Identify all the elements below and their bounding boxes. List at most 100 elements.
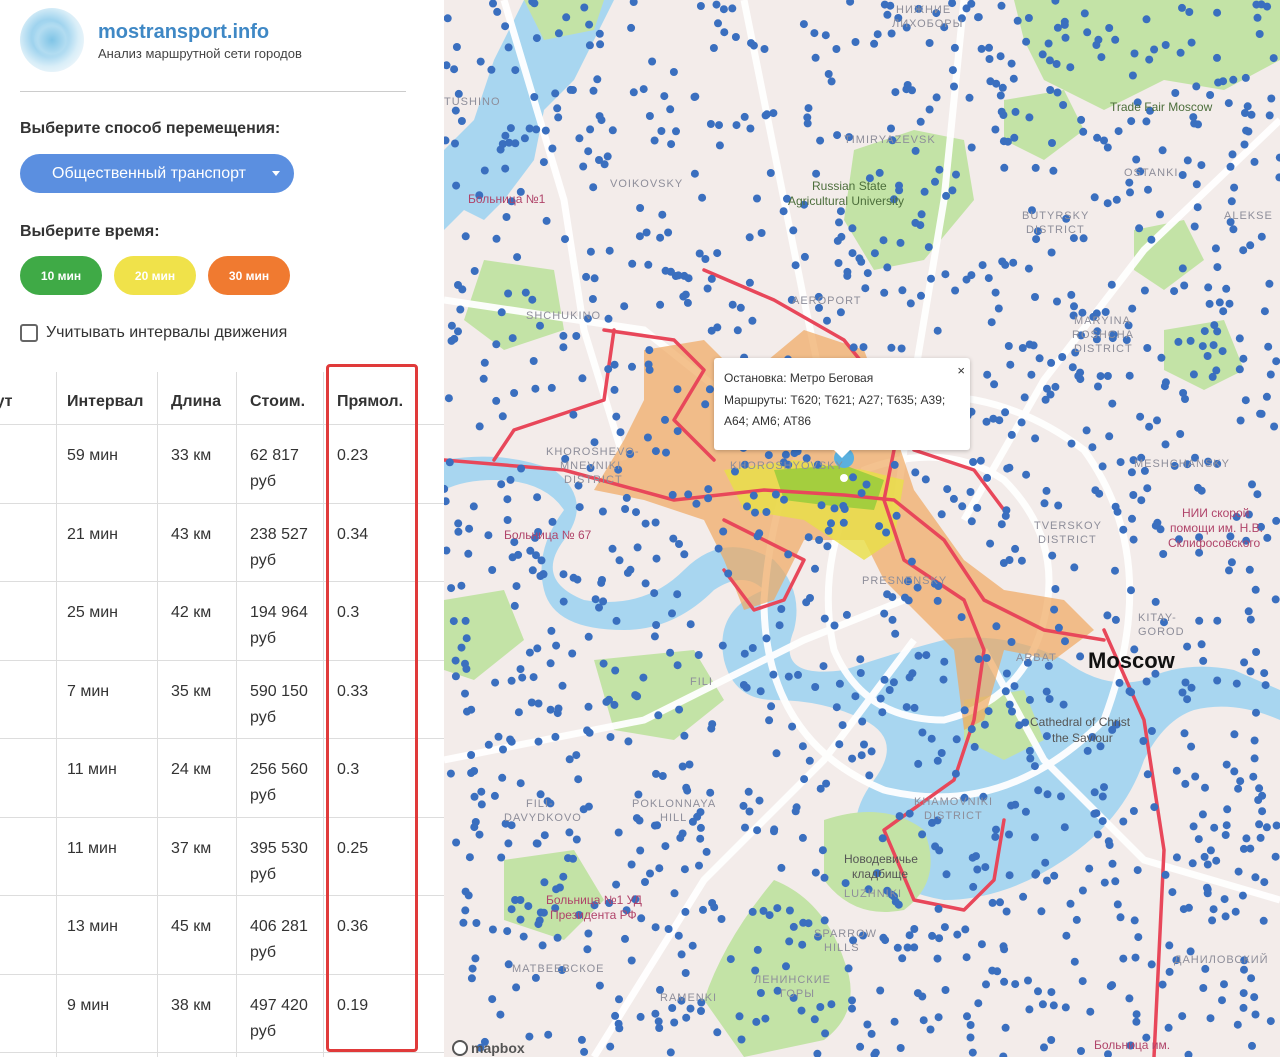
map-label: помощи им. Н.В. xyxy=(1170,521,1263,535)
interval-cell: 7 мин xyxy=(67,682,110,700)
popup-stop: Остановка: Метро Беговая xyxy=(724,371,874,385)
map-label: Agricultural University xyxy=(788,194,905,208)
table-row[interactable]: 7 мин 35 км 590 150 руб 0.33 xyxy=(0,661,444,739)
length-cell: 24 км xyxy=(171,761,212,778)
map-label: AEROPORT xyxy=(792,295,862,307)
straightness-cell: 0.34 xyxy=(337,525,369,543)
length-cell: 38 км xyxy=(171,996,212,1014)
table-header: рут Интервал Длина Стоим. Прямол. xyxy=(0,372,444,425)
column-divider xyxy=(56,372,57,1057)
caret-down-icon xyxy=(272,171,280,176)
brand[interactable]: mostransport.info Анализ маршрутной сети… xyxy=(20,8,420,72)
map-label: ALEKSE xyxy=(1224,210,1273,222)
straightness-cell: 0.25 xyxy=(337,839,369,857)
map-label: Склифосовского xyxy=(1168,536,1261,550)
map-label: TIMIRYAZEVSK xyxy=(844,134,936,146)
table-row[interactable]: 13 мин 45 км 406 281 руб 0.36 xyxy=(0,896,444,975)
interval-cell: 59 мин xyxy=(67,447,119,464)
table-row[interactable]: 59 мин 33 км 62 817 руб 0.23 xyxy=(0,425,444,504)
map-label: SPARROW xyxy=(814,928,878,940)
interval-cell: 21 мин xyxy=(67,525,119,543)
straightness-cell: 0.36 xyxy=(337,918,369,935)
map-label: ЛЕНИНСКИЕ xyxy=(754,974,831,986)
route-cell xyxy=(0,739,56,817)
time-30-button[interactable]: 30 мин xyxy=(208,256,290,295)
divider xyxy=(20,91,406,92)
map-label: POKLONNAYA xyxy=(632,798,717,810)
map-label: НИЖНИЕ xyxy=(896,4,952,16)
map-label: Russian State xyxy=(812,179,887,193)
map-label: KITAY- xyxy=(1138,612,1177,624)
map-label: KHOROSHYOVSKY xyxy=(730,460,844,472)
map-label-city: Moscow xyxy=(1088,648,1175,673)
intervals-option: Учитывать интервалы движения xyxy=(20,324,287,342)
interval-cell: 11 мин xyxy=(67,761,117,778)
map-label: KHOROSHEVO- xyxy=(546,446,640,458)
cost-cell: 395 530 руб xyxy=(250,839,308,883)
cost-cell: 62 817 руб xyxy=(250,447,299,490)
map-label: HILL xyxy=(660,812,688,824)
logo-icon xyxy=(20,8,84,72)
brand-subtitle: Анализ маршрутной сети городов xyxy=(98,45,302,61)
map-label: SHCHUKINO xyxy=(526,310,602,322)
interval-cell: 9 мин xyxy=(67,996,110,1014)
map-label: DISTRICT xyxy=(1038,534,1097,546)
map-label: VOIKOVSKY xyxy=(610,178,684,190)
routes-table: рут Интервал Длина Стоим. Прямол. 59 мин… xyxy=(0,372,444,1053)
map-label: ARBAT xyxy=(1016,652,1057,664)
map-label: Президента РФ xyxy=(550,908,637,922)
map[interactable]: НИЖНИЕ ЛИХОБОРЫ TUSHINO TIMIRYAZEVSK VOI… xyxy=(444,0,1280,1057)
route-cell xyxy=(0,425,56,503)
map-label: ГОРЫ xyxy=(780,988,815,1000)
map-label: МАТВЕЕВСКОЕ xyxy=(512,963,605,975)
table-row[interactable]: 9 мин 38 км 497 420 руб 0.19 xyxy=(0,975,444,1053)
map-label: ROSHCHA xyxy=(1072,329,1135,341)
map-label: GOROD xyxy=(1138,626,1185,638)
mapbox-logo[interactable]: mapbox xyxy=(452,1040,525,1056)
route-cell xyxy=(0,504,56,582)
map-label: MARYINA xyxy=(1074,315,1131,327)
map-label: KHAMOVNIKI xyxy=(914,796,994,808)
intervals-checkbox[interactable] xyxy=(20,324,38,342)
map-label: HILLS xyxy=(824,942,860,954)
map-label: TUSHINO xyxy=(444,96,501,108)
header-interval[interactable]: Интервал xyxy=(67,372,157,424)
length-cell: 43 км xyxy=(171,525,212,543)
cost-cell: 406 281 руб xyxy=(250,918,308,961)
map-label: Trade Fair Moscow xyxy=(1110,100,1213,114)
brand-title[interactable]: mostransport.info xyxy=(98,20,302,44)
mapbox-icon xyxy=(452,1040,468,1056)
interval-cell: 13 мин xyxy=(67,918,119,935)
time-10-button[interactable]: 10 мин xyxy=(20,256,102,295)
mode-label: Выберите способ перемещения: xyxy=(20,120,281,137)
column-divider xyxy=(236,372,237,1057)
map-label: Больница №1 УД xyxy=(546,893,642,907)
table-row[interactable]: 25 мин 42 км 194 964 руб 0.3 xyxy=(0,582,444,661)
route-cell xyxy=(0,818,56,896)
map-label: DAVYDKOVO xyxy=(504,812,582,824)
map-label: НИИ скорой xyxy=(1182,506,1250,520)
length-cell: 42 км xyxy=(171,604,212,621)
intervals-label[interactable]: Учитывать интервалы движения xyxy=(46,324,287,342)
straightness-cell: 0.3 xyxy=(337,604,360,621)
straightness-cell: 0.23 xyxy=(337,447,369,464)
header-route[interactable]: рут xyxy=(0,372,56,424)
length-cell: 35 км xyxy=(171,682,212,700)
map-label: the Saviour xyxy=(1052,731,1113,745)
header-cost[interactable]: Стоим. xyxy=(250,372,320,424)
time-20-button[interactable]: 20 мин xyxy=(114,256,196,295)
close-icon[interactable]: × xyxy=(957,360,965,382)
column-divider xyxy=(323,372,324,1057)
table-row[interactable]: 21 мин 43 км 238 527 руб 0.34 xyxy=(0,504,444,582)
map-label: Новодевичье xyxy=(844,852,918,866)
map-label: LUZHNIKI xyxy=(844,888,903,900)
map-label: MNEVNIKI xyxy=(560,460,622,472)
header-straightness[interactable]: Прямол. xyxy=(337,372,417,424)
map-label: FILI- xyxy=(526,798,554,810)
interval-cell: 25 мин xyxy=(67,604,119,621)
transport-mode-value: Общественный транспорт xyxy=(52,164,246,182)
table-row[interactable]: 11 мин 24 км 256 560 руб 0.3 xyxy=(0,739,444,818)
header-length[interactable]: Длина xyxy=(171,372,231,424)
transport-mode-dropdown[interactable]: Общественный транспорт xyxy=(20,154,294,193)
table-row[interactable]: 11 мин 37 км 395 530 руб 0.25 xyxy=(0,818,444,896)
